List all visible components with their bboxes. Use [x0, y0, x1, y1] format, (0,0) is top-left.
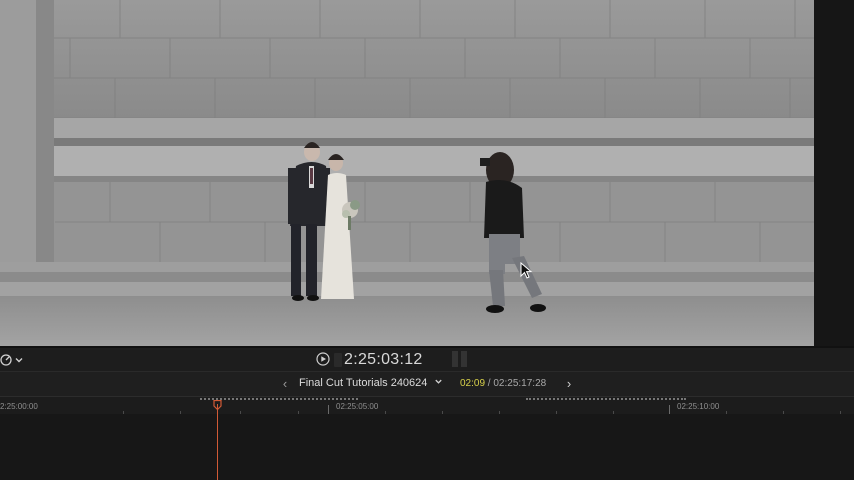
- project-menu-chevron-icon[interactable]: [434, 377, 443, 388]
- timecode-display[interactable]: 2:25:03:12: [334, 349, 423, 370]
- video-viewer[interactable]: [0, 0, 814, 346]
- audio-meter-left: [452, 351, 458, 367]
- timecode-value: 2:25:03:12: [344, 350, 423, 368]
- viewer-side-gutter: [814, 0, 854, 346]
- render-indicator: [526, 398, 686, 402]
- chevron-down-icon: [15, 358, 23, 363]
- project-duration: 02:09 / 02:25:17:28: [460, 378, 546, 389]
- timeline-ruler[interactable]: 2:25:00:00 02:25:05:00 02:25:10:00: [0, 396, 854, 415]
- transport-bar: 2:25:03:12: [0, 348, 854, 372]
- playhead-marker-icon[interactable]: [213, 400, 222, 410]
- audio-meter-right: [461, 351, 467, 367]
- play-icon[interactable]: [316, 352, 330, 366]
- render-indicator: [200, 398, 358, 402]
- audio-meter: [452, 351, 470, 367]
- timeline-header: ‹ Final Cut Tutorials 240624 02:09 / 02:…: [0, 372, 854, 396]
- ruler-label: 02:25:05:00: [336, 402, 379, 411]
- duration-current: 02:09: [460, 378, 486, 389]
- speedometer-icon: [0, 354, 12, 366]
- timeline-track-area[interactable]: [0, 414, 854, 480]
- video-frame: [0, 0, 814, 346]
- duration-total: 02:25:17:28: [493, 378, 547, 389]
- timecode-hours-placeholder: [334, 352, 342, 367]
- project-name[interactable]: Final Cut Tutorials 240624: [299, 377, 427, 389]
- timeline-forward-button[interactable]: ›: [563, 376, 575, 391]
- timeline-back-button[interactable]: ‹: [279, 376, 291, 391]
- ruler-label: 02:25:10:00: [677, 402, 720, 411]
- playhead[interactable]: [217, 404, 218, 480]
- ruler-label: 2:25:00:00: [0, 402, 38, 411]
- speed-menu-button[interactable]: [0, 352, 30, 368]
- mouse-cursor-icon: [520, 262, 533, 279]
